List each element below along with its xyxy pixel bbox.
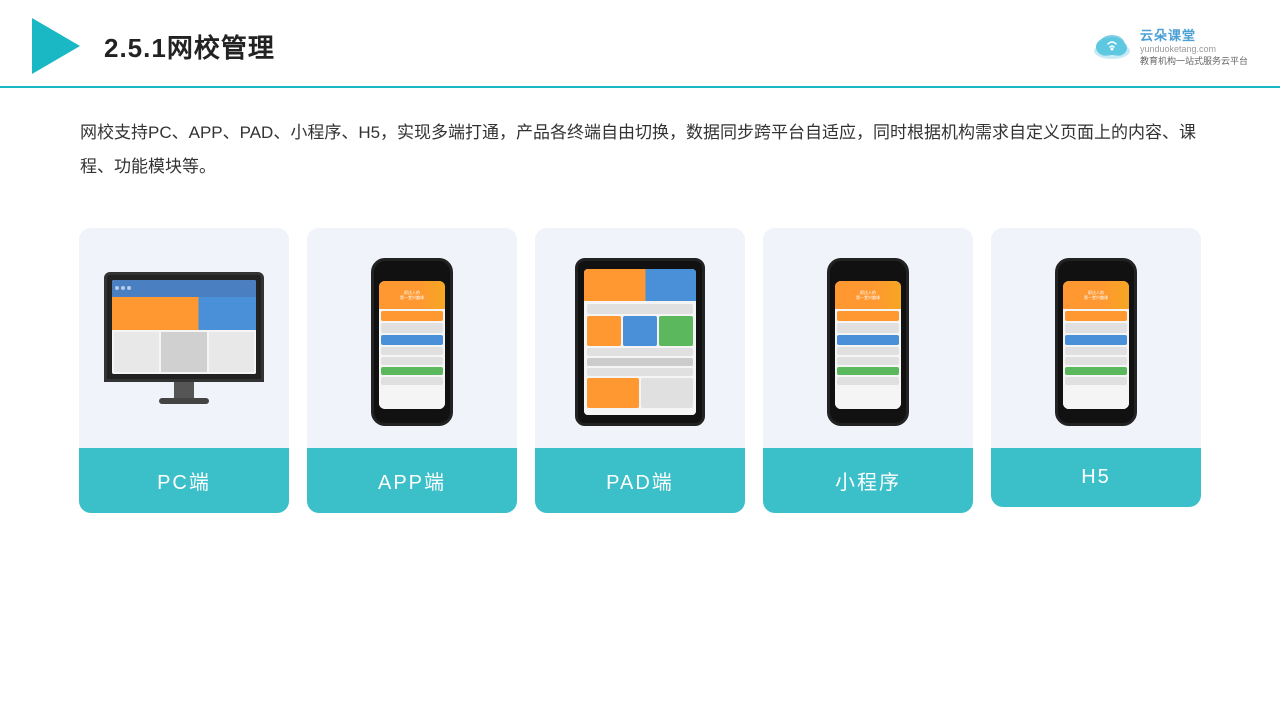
- card-h5-label: H5: [991, 448, 1201, 507]
- brand-text: 云朵课堂 yunduoketang.com 教育机构一站式服务云平台: [1140, 25, 1248, 67]
- card-miniapp-image: 职达人的第一堂兴趣课: [763, 228, 973, 448]
- phone-mockup-miniapp: 职达人的第一堂兴趣课: [827, 258, 909, 426]
- header: 2.5.1网校管理 云朵课堂 yunduoketang.com 教育机构一站: [0, 0, 1280, 88]
- brand-slogan: 教育机构一站式服务云平台: [1140, 54, 1248, 67]
- card-miniapp: 职达人的第一堂兴趣课 小程序: [763, 228, 973, 513]
- cloud-icon: [1090, 31, 1134, 61]
- header-right: 云朵课堂 yunduoketang.com 教育机构一站式服务云平台: [1090, 25, 1248, 67]
- cards-section: PC端 职达人的第一堂兴趣课: [0, 204, 1280, 513]
- card-app-image: 职达人的第一堂兴趣课: [307, 228, 517, 448]
- pc-mockup: [99, 272, 269, 412]
- card-pc-image: [79, 228, 289, 448]
- card-pc: PC端: [79, 228, 289, 513]
- brand-url: yunduoketang.com: [1140, 44, 1216, 54]
- card-pad: PAD端: [535, 228, 745, 513]
- card-pad-image: [535, 228, 745, 448]
- card-pad-label: PAD端: [535, 448, 745, 513]
- card-h5-image: 职达人的第一堂兴趣课: [991, 228, 1201, 448]
- page-title: 2.5.1网校管理: [104, 28, 275, 65]
- brand-logo: 云朵课堂 yunduoketang.com 教育机构一站式服务云平台: [1090, 25, 1248, 67]
- logo-icon: [32, 18, 80, 74]
- tablet-mockup: [575, 258, 705, 426]
- description-text: 网校支持PC、APP、PAD、小程序、H5，实现多端打通，产品各终端自由切换，数…: [0, 88, 1280, 194]
- card-h5: 职达人的第一堂兴趣课 H5: [991, 228, 1201, 507]
- card-app: 职达人的第一堂兴趣课 APP端: [307, 228, 517, 513]
- phone-mockup-app: 职达人的第一堂兴趣课: [371, 258, 453, 426]
- phone-mockup-h5: 职达人的第一堂兴趣课: [1055, 258, 1137, 426]
- header-left: 2.5.1网校管理: [32, 18, 275, 74]
- card-pc-label: PC端: [79, 448, 289, 513]
- card-miniapp-label: 小程序: [763, 448, 973, 513]
- card-app-label: APP端: [307, 448, 517, 513]
- brand-name: 云朵课堂: [1140, 25, 1196, 44]
